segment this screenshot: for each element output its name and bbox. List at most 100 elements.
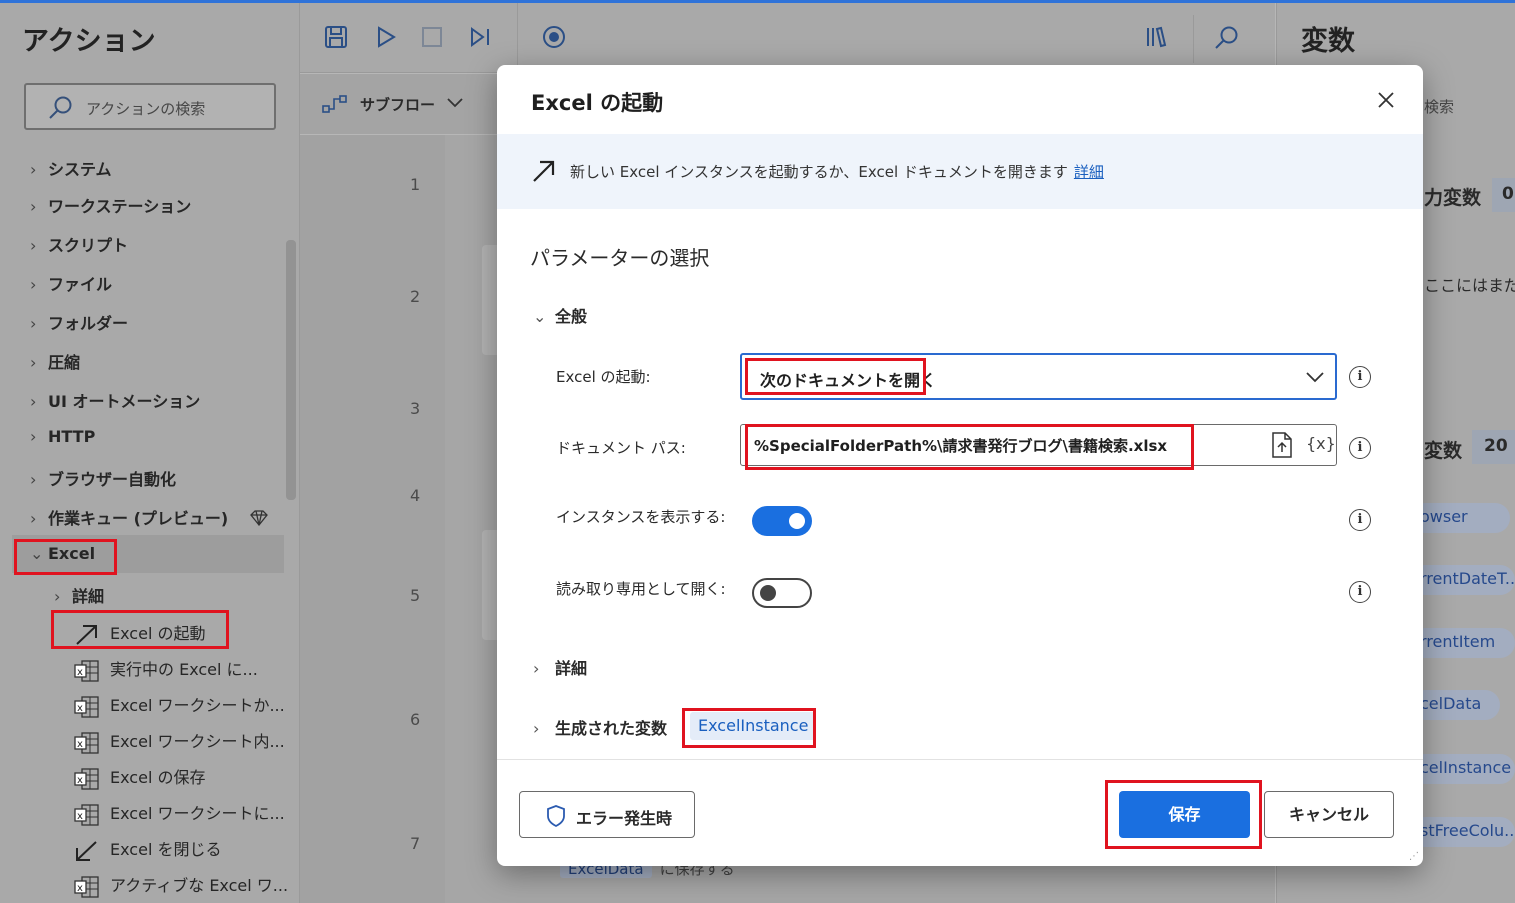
launch-mode-label: Excel の起動: xyxy=(556,368,651,386)
input-variables-count: 0 xyxy=(1492,178,1515,212)
action-read-worksheet[interactable]: x Excel ワークシートか... xyxy=(74,692,285,718)
chevron-down-icon xyxy=(1305,369,1325,389)
variable-pill[interactable]: stFreeColu... xyxy=(1410,817,1515,847)
info-icon[interactable]: i xyxy=(1349,509,1371,531)
category-script[interactable]: › スクリプト xyxy=(30,232,128,258)
excel-icon: x xyxy=(74,803,100,826)
flow-variables-count: 20 xyxy=(1472,430,1515,464)
category-work-queue[interactable]: › 作業キュー (プレビュー) xyxy=(30,505,268,531)
variable-pill[interactable]: owser xyxy=(1410,503,1510,533)
action-write-worksheet[interactable]: x Excel ワークシートに... xyxy=(74,800,285,826)
search-placeholder: アクションの検索 xyxy=(86,100,206,118)
category-folder[interactable]: › フォルダー xyxy=(30,310,128,336)
action-attach-running-excel[interactable]: x 実行中の Excel に... xyxy=(74,656,258,682)
highlight-launch-mode xyxy=(745,358,926,395)
category-file[interactable]: › ファイル xyxy=(30,271,112,297)
general-section-toggle[interactable]: ⌄ 全般 xyxy=(533,303,587,327)
footer-divider xyxy=(497,759,1423,760)
library-icon[interactable] xyxy=(1144,25,1168,53)
toolbar-divider xyxy=(517,3,518,73)
line-number: 6 xyxy=(410,710,421,729)
info-icon[interactable]: i xyxy=(1349,437,1371,459)
designer-toolbar xyxy=(300,3,1275,73)
search-icon xyxy=(48,95,74,125)
line-number: 2 xyxy=(410,287,421,306)
on-error-button[interactable]: エラー発生時 xyxy=(519,791,695,838)
readonly-toggle[interactable] xyxy=(752,578,812,608)
actions-panel-title: アクション xyxy=(22,26,156,57)
highlight-document-path xyxy=(745,424,1194,470)
excel-icon: x xyxy=(74,695,100,718)
action-activate-worksheet[interactable]: x アクティブな Excel ワ... xyxy=(74,872,288,898)
svg-text:x: x xyxy=(77,811,83,822)
excel-icon: x xyxy=(74,875,100,898)
action-close-excel[interactable]: Excel を閉じる xyxy=(74,836,221,862)
close-icon[interactable] xyxy=(1373,87,1399,113)
run-icon[interactable] xyxy=(374,25,398,53)
category-workstation[interactable]: › ワークステーション xyxy=(30,193,191,219)
highlight-launch-excel xyxy=(51,610,229,649)
variable-pill[interactable]: celData xyxy=(1410,690,1500,720)
resize-grip-icon[interactable]: ⋰ xyxy=(1409,851,1419,862)
subflow-tab[interactable]: サブフロー xyxy=(300,74,500,134)
action-save-excel[interactable]: x Excel の保存 xyxy=(74,764,205,790)
svg-text:x: x xyxy=(77,703,83,714)
details-link[interactable]: 詳細 xyxy=(1074,163,1104,181)
highlight-save-button xyxy=(1105,780,1262,849)
subflow-tab-label: サブフロー xyxy=(360,96,436,114)
toggle-knob xyxy=(789,513,805,529)
flow-variables-label: 変数 xyxy=(1424,440,1463,462)
file-picker-icon[interactable] xyxy=(1271,432,1293,462)
subflow-icon xyxy=(322,94,348,118)
svg-text:x: x xyxy=(77,739,83,750)
actions-scrollbar[interactable] xyxy=(286,240,296,500)
step-next-icon[interactable] xyxy=(468,25,492,53)
input-variables-label: 力変数 xyxy=(1424,187,1482,209)
line-number: 3 xyxy=(410,399,421,418)
line-number: 1 xyxy=(410,175,421,194)
excel-group-details[interactable]: › 詳細 xyxy=(54,583,104,609)
stop-icon[interactable] xyxy=(420,25,444,53)
advanced-section-toggle[interactable]: › 詳細 xyxy=(533,655,587,679)
toggle-knob xyxy=(760,585,776,601)
toolbar-divider-right xyxy=(1193,15,1194,63)
dialog-description: 新しい Excel インスタンスを起動するか、Excel ドキュメントを開きます… xyxy=(570,163,1104,181)
generated-variables-toggle[interactable]: › 生成された変数 xyxy=(533,715,667,739)
highlight-generated-variable xyxy=(682,708,816,748)
on-error-label: エラー発生時 xyxy=(576,809,673,828)
svg-text:x: x xyxy=(77,667,83,678)
record-icon[interactable] xyxy=(542,25,566,53)
line-number: 4 xyxy=(410,486,421,505)
document-path-label: ドキュメント パス: xyxy=(556,439,686,457)
svg-text:x: x xyxy=(77,883,83,894)
readonly-label: 読み取り専用として開く: xyxy=(556,580,726,598)
excel-icon: x xyxy=(74,731,100,754)
category-compression[interactable]: › 圧縮 xyxy=(30,349,80,375)
parameters-heading: パラメーターの選択 xyxy=(530,246,710,270)
info-icon[interactable]: i xyxy=(1349,366,1371,388)
premium-diamond-icon xyxy=(249,509,268,530)
variable-pill[interactable]: celInstance xyxy=(1410,754,1515,784)
cancel-button[interactable]: キャンセル xyxy=(1264,791,1394,838)
actions-search-input[interactable]: アクションの検索 xyxy=(24,83,276,130)
variable-pill[interactable]: rrentDateT... xyxy=(1410,565,1515,595)
info-icon[interactable]: i xyxy=(1349,581,1371,603)
category-ui-automation[interactable]: › UI オートメーション xyxy=(30,388,200,414)
save-icon[interactable] xyxy=(324,25,348,53)
input-variables-empty-text: ここにはまだ入 xyxy=(1424,276,1515,295)
category-system[interactable]: › システム xyxy=(30,156,112,176)
launch-arrow-icon xyxy=(531,158,557,188)
variables-panel-title: 変数 xyxy=(1301,26,1355,57)
variable-pill[interactable]: rrentItem xyxy=(1410,628,1515,658)
insert-variable-button[interactable]: {x} xyxy=(1306,434,1336,453)
show-instance-label: インスタンスを表示する: xyxy=(556,508,726,526)
line-number: 5 xyxy=(410,586,421,605)
line-number-gutter xyxy=(300,135,445,903)
dialog-title: Excel の起動 xyxy=(531,91,664,115)
category-http[interactable]: › HTTP xyxy=(30,427,95,453)
find-icon[interactable] xyxy=(1214,25,1240,55)
category-browser-automation[interactable]: › ブラウザー自動化 xyxy=(30,466,176,492)
shield-icon xyxy=(546,805,566,831)
show-instance-toggle[interactable] xyxy=(752,506,812,536)
action-worksheet-inside[interactable]: x Excel ワークシート内... xyxy=(74,728,285,754)
